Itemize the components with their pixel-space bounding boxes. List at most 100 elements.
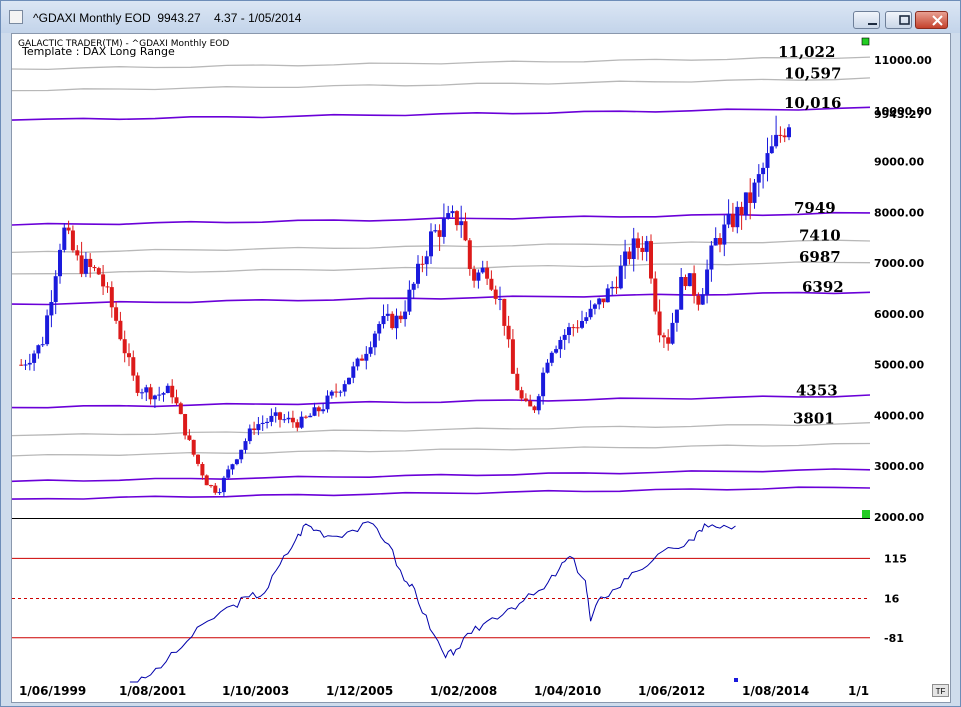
price-level-labels: 11,022 10,597 10,016 7949 7410 6987 6392 4353 38… xyxy=(778,43,844,428)
candle-body xyxy=(88,258,93,267)
candle-body xyxy=(748,192,753,203)
candle-body xyxy=(752,182,757,203)
candle-body xyxy=(260,422,265,424)
chart-canvas[interactable]: 11,022 10,597 10,016 7949 7410 6987 6392 4353 38… xyxy=(12,34,950,702)
candle-body xyxy=(515,373,520,391)
candle-body xyxy=(536,396,541,411)
tf-badge[interactable]: TF xyxy=(932,684,949,697)
candle-body xyxy=(623,251,628,266)
candle-body xyxy=(398,315,403,320)
candle-body xyxy=(347,377,351,385)
maximize-icon xyxy=(899,15,910,25)
price-tick-label: 3000.00 xyxy=(874,460,924,473)
candle-body xyxy=(437,230,442,237)
candle-body xyxy=(200,464,205,476)
candle-body xyxy=(148,387,153,400)
candle-body xyxy=(299,416,304,428)
candle-body xyxy=(670,322,675,344)
candle-body xyxy=(325,395,330,410)
time-tick-label: 1/08/2001 xyxy=(119,684,186,698)
osc-tick-label: 16 xyxy=(884,593,900,606)
chart-window: ^GDAXI Monthly EOD 9943.27 4.37 - 1/05/2… xyxy=(0,0,961,707)
app-icon xyxy=(9,10,23,24)
level-label: 11,022 xyxy=(778,43,835,61)
time-tick-label: 1/02/2008 xyxy=(430,684,497,698)
candle-body xyxy=(252,428,257,430)
price-tick-label: 8000.00 xyxy=(874,206,924,219)
candle-body xyxy=(446,213,451,219)
maximize-button[interactable] xyxy=(885,11,912,29)
level-line xyxy=(12,56,871,71)
candle-body xyxy=(463,221,468,241)
candle-body xyxy=(549,352,554,363)
level-label: 6987 xyxy=(799,248,841,266)
candle-body xyxy=(308,415,313,418)
top-green-marker[interactable] xyxy=(861,37,870,46)
candle-body xyxy=(152,395,157,400)
close-button[interactable] xyxy=(915,11,948,29)
candle-body xyxy=(118,320,123,340)
candle-body xyxy=(683,277,688,287)
candle-body xyxy=(282,419,287,421)
candle-body xyxy=(178,403,183,415)
candle-body xyxy=(523,398,528,401)
level-line xyxy=(12,291,871,306)
candle-body xyxy=(472,269,477,281)
candle-body xyxy=(403,311,408,320)
candle-body xyxy=(19,364,24,366)
pane-green-marker[interactable] xyxy=(862,510,870,518)
candle-body xyxy=(674,309,679,323)
candle-body xyxy=(191,439,196,455)
close-icon xyxy=(932,15,943,26)
candle-body xyxy=(424,256,429,265)
candle-body xyxy=(109,287,114,308)
price-axis[interactable]: 11000.0010000.009000.008000.007000.00600… xyxy=(874,54,932,524)
osc-tick-label: 115 xyxy=(884,552,907,565)
candle-body xyxy=(541,372,546,397)
level-label: 10,597 xyxy=(784,65,841,83)
level-label: 7410 xyxy=(799,226,841,244)
candle-body xyxy=(416,263,420,284)
candle-body xyxy=(554,349,559,353)
candle-body xyxy=(278,412,282,420)
candle-body xyxy=(687,273,692,287)
candle-body xyxy=(480,267,485,273)
candle-body xyxy=(40,344,45,346)
candle-body xyxy=(329,391,334,396)
candle-body xyxy=(144,387,149,393)
candle-body xyxy=(761,167,766,175)
candle-body xyxy=(489,278,494,290)
oscillator-pane: 115 16 -81 xyxy=(12,521,907,683)
candle-body xyxy=(96,268,101,275)
candle-body xyxy=(342,384,347,392)
window-title: ^GDAXI Monthly EOD 9943.27 4.37 - 1/05/2… xyxy=(33,11,302,25)
candle-body xyxy=(644,241,649,252)
candle-body xyxy=(756,174,761,183)
candle-body xyxy=(411,283,416,290)
time-axis[interactable]: 1/06/1999 1/08/2001 1/10/2003 1/12/2005 1/02… xyxy=(19,684,869,698)
level-label: 3801 xyxy=(793,410,835,428)
candle-body xyxy=(730,213,735,228)
candle-body xyxy=(79,255,84,274)
candle-body xyxy=(377,324,382,334)
candle-body xyxy=(618,265,623,289)
candle-body xyxy=(653,278,658,312)
minimize-button[interactable] xyxy=(853,11,880,29)
candle-body xyxy=(321,409,326,412)
candle-body xyxy=(610,286,615,289)
candle-body xyxy=(450,211,455,214)
title-bar[interactable]: ^GDAXI Monthly EOD 9943.27 4.37 - 1/05/2… xyxy=(1,1,960,33)
candle-body xyxy=(183,414,188,436)
candle-body xyxy=(217,492,222,494)
candle-body xyxy=(787,127,791,138)
candle-body xyxy=(187,435,192,440)
candle-body xyxy=(131,357,136,376)
candle-body xyxy=(234,459,239,465)
level-line xyxy=(12,77,871,92)
candle-body xyxy=(532,406,537,411)
candle-body xyxy=(705,269,710,295)
chart-area[interactable]: 11,022 10,597 10,016 7949 7410 6987 6392 4353 38… xyxy=(11,33,951,703)
time-tick-label: 1/06/1999 xyxy=(19,684,86,698)
candle-body xyxy=(614,286,619,289)
candle-body xyxy=(312,407,317,416)
